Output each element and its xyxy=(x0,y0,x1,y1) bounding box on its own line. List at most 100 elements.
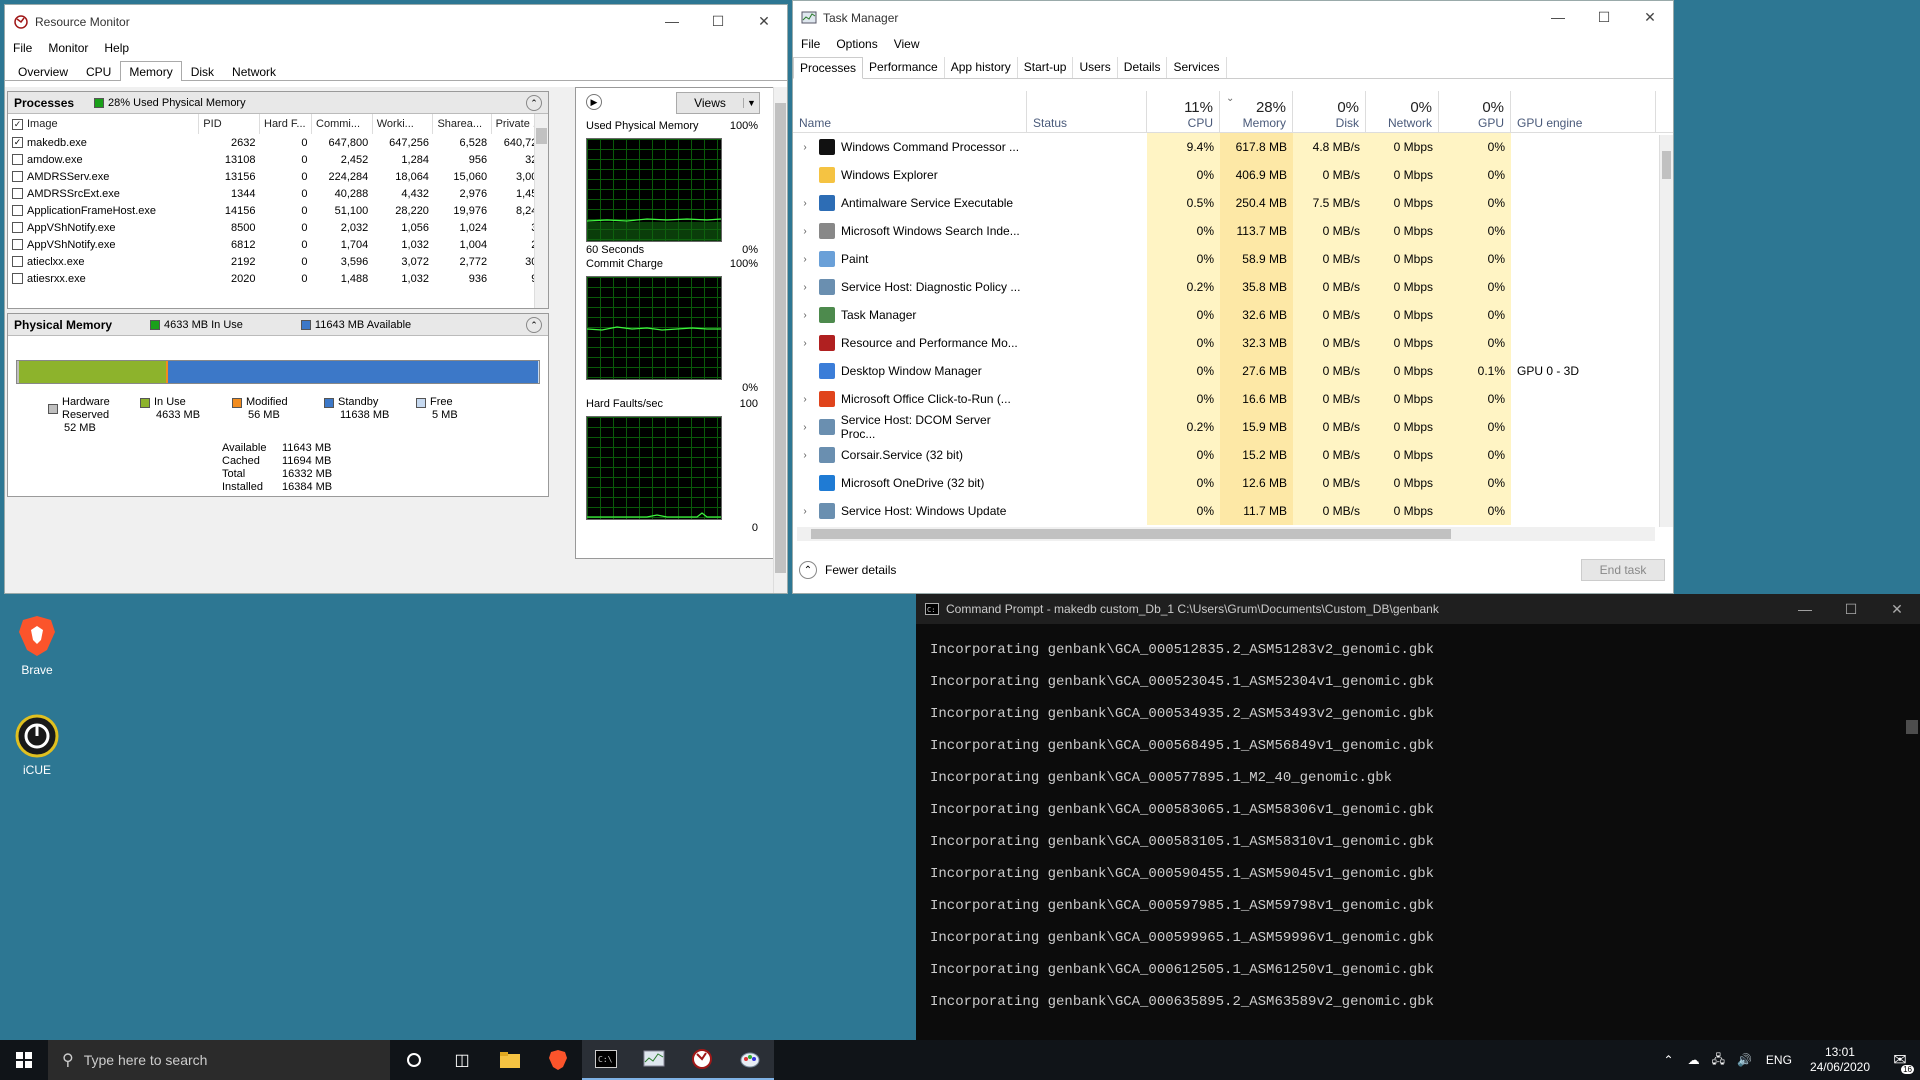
table-row[interactable]: › Antimalware Service Executable 0.5% 250.4… xyxy=(793,189,1673,217)
processes-col-header[interactable]: Commi... xyxy=(311,114,373,134)
col-memory[interactable]: ⌄ 28% Memory xyxy=(1220,91,1293,132)
expand-chevron-icon[interactable]: › xyxy=(797,226,813,237)
processes-col-header[interactable]: PID xyxy=(198,114,260,134)
tab-processes[interactable]: Processes xyxy=(793,57,864,79)
menu-view[interactable]: View xyxy=(886,37,928,51)
table-row[interactable]: ApplicationFrameHost.exe 14156 0 51,100 28,2… xyxy=(8,202,548,219)
tab-cpu[interactable]: CPU xyxy=(77,61,120,80)
process-checkbox[interactable] xyxy=(12,154,23,166)
close-button[interactable]: ✕ xyxy=(741,5,787,37)
taskbar-brave[interactable] xyxy=(534,1040,582,1080)
expand-icon[interactable]: ▶ xyxy=(586,94,602,110)
expand-chevron-icon[interactable]: › xyxy=(797,142,813,153)
table-row[interactable]: AMDRSServ.exe 13156 0 224,284 18,064 15,060 3,… xyxy=(8,168,548,185)
processes-scrollbar[interactable] xyxy=(534,114,548,308)
expand-chevron-icon[interactable]: › xyxy=(797,338,813,349)
tab-services[interactable]: Services xyxy=(1167,57,1227,78)
close-button[interactable]: ✕ xyxy=(1627,1,1673,33)
table-row[interactable]: › Paint 0% 58.9 MB 0 MB/s 0 Mbps 0% xyxy=(793,245,1673,273)
processes-col-header[interactable]: Sharea... xyxy=(432,114,492,134)
table-row[interactable]: › Service Host: DCOM Server Proc... 0.2% 15… xyxy=(793,413,1673,441)
taskbar-paint[interactable] xyxy=(726,1040,774,1080)
processes-col-header[interactable]: ✓ Image xyxy=(8,114,200,134)
process-checkbox[interactable] xyxy=(12,205,23,217)
table-row[interactable]: amdow.exe1310802,4521,284956328 xyxy=(8,151,548,168)
physical-memory-header[interactable]: Physical Memory 4633 MB In Use 11643 MB … xyxy=(8,314,548,336)
tab-app-history[interactable]: App history xyxy=(945,57,1018,78)
table-row[interactable]: › Task Manager 0% 32.6 MB 0 MB/s 0 Mbps 0% xyxy=(793,301,1673,329)
tab-overview[interactable]: Overview xyxy=(9,61,77,80)
tab-details[interactable]: Details xyxy=(1118,57,1168,78)
table-row[interactable]: ✓ makedb.exe 2632 0 647,800 647,256 6,528 640,7… xyxy=(8,134,548,151)
rm-main-scrollbar[interactable] xyxy=(773,87,787,593)
table-row[interactable]: › Resource and Performance Mo... 0% 32.3 MB… xyxy=(793,329,1673,357)
table-row[interactable]: Microsoft OneDrive (32 bit) 0% 12.6 MB 0 MB… xyxy=(793,469,1673,497)
language-indicator[interactable]: ENG xyxy=(1758,1053,1800,1067)
show-hidden-icons[interactable]: ⌃ xyxy=(1656,1053,1682,1067)
col-cpu[interactable]: 11% CPU xyxy=(1147,91,1220,132)
taskbar-resource-monitor[interactable] xyxy=(678,1040,726,1080)
cmd-output[interactable]: Incorporating genbank\GCA_000512835.2_AS… xyxy=(916,624,1920,1018)
table-row[interactable]: AMDRSSrcExt.exe 1344 0 40,288 4,432 2,976 1,45… xyxy=(8,185,548,202)
menu-monitor[interactable]: Monitor xyxy=(40,41,96,55)
table-row[interactable]: AppVShNotify.exe850002,0321,0561,02432 xyxy=(8,219,548,236)
taskbar-command-prompt[interactable]: C:\ xyxy=(582,1040,630,1080)
task-manager-window[interactable]: Task Manager — ☐ ✕ File Options View Pro… xyxy=(792,0,1674,594)
table-row[interactable]: › Service Host: Diagnostic Policy ... 0.2%… xyxy=(793,273,1673,301)
process-checkbox[interactable] xyxy=(12,188,23,200)
table-row[interactable]: atiesrxx.exe202001,4881,03293696 xyxy=(8,270,548,287)
process-checkbox[interactable] xyxy=(12,256,23,268)
col-name[interactable]: Name xyxy=(793,91,1027,132)
tab-disk[interactable]: Disk xyxy=(182,61,223,80)
collapse-icon[interactable]: ⌃ xyxy=(526,95,542,111)
processes-col-header[interactable]: Worki... xyxy=(372,114,434,134)
desktop-icon-brave[interactable]: Brave xyxy=(7,612,67,677)
fewer-details-button[interactable]: ⌃ Fewer details xyxy=(799,561,896,579)
col-status[interactable]: Status xyxy=(1027,91,1147,132)
tab-start-up[interactable]: Start-up xyxy=(1018,57,1074,78)
tab-network[interactable]: Network xyxy=(223,61,285,80)
cmd-titlebar[interactable]: C: Command Prompt - makedb custom_Db_1 C… xyxy=(916,594,1920,624)
onedrive-icon[interactable]: ☁ xyxy=(1682,1053,1706,1067)
expand-chevron-icon[interactable]: › xyxy=(797,282,813,293)
table-row[interactable]: Desktop Window Manager 0% 27.6 MB 0 MB/s 0 M… xyxy=(793,357,1673,385)
menu-file[interactable]: File xyxy=(5,41,40,55)
cortana-button[interactable] xyxy=(390,1040,438,1080)
collapse-icon[interactable]: ⌃ xyxy=(526,317,542,333)
menu-file[interactable]: File xyxy=(793,37,828,51)
table-row[interactable]: › Service Host: Windows Update 0% 11.7 MB 0 … xyxy=(793,497,1673,525)
end-task-button[interactable]: End task xyxy=(1581,559,1665,581)
col-gpu-engine[interactable]: GPU engine xyxy=(1511,91,1656,132)
desktop-icon-icue[interactable]: iCUE xyxy=(7,712,67,777)
process-checkbox[interactable] xyxy=(12,222,23,234)
expand-chevron-icon[interactable]: › xyxy=(797,198,813,209)
table-row[interactable]: › Windows Command Processor ... 9.4% 617.8 … xyxy=(793,133,1673,161)
taskbar-search[interactable]: ⚲ Type here to search xyxy=(48,1040,390,1080)
expand-chevron-icon[interactable]: › xyxy=(797,310,813,321)
expand-chevron-icon[interactable]: › xyxy=(797,422,813,433)
table-row[interactable]: atieclxx.exe219203,5963,0722,772300 xyxy=(8,253,548,270)
maximize-button[interactable]: ☐ xyxy=(695,5,741,37)
rm-titlebar[interactable]: Resource Monitor — ☐ ✕ xyxy=(5,5,787,39)
expand-chevron-icon[interactable]: › xyxy=(797,506,813,517)
maximize-button[interactable]: ☐ xyxy=(1828,594,1874,624)
network-icon[interactable]: 🖧 xyxy=(1706,1050,1731,1071)
resource-monitor-window[interactable]: Resource Monitor — ☐ ✕ File Monitor Help… xyxy=(4,4,788,594)
tab-performance[interactable]: Performance xyxy=(863,57,945,78)
expand-chevron-icon[interactable]: › xyxy=(797,450,813,461)
table-row[interactable]: Windows Explorer 0% 406.9 MB 0 MB/s 0 Mbps 0% xyxy=(793,161,1673,189)
maximize-button[interactable]: ☐ xyxy=(1581,1,1627,33)
col-network[interactable]: 0% Network xyxy=(1366,91,1439,132)
table-row[interactable]: › Microsoft Windows Search Inde... 0% 113.7… xyxy=(793,217,1673,245)
processes-col-header[interactable]: Hard F... xyxy=(259,114,313,134)
col-disk[interactable]: 0% Disk xyxy=(1293,91,1366,132)
process-checkbox[interactable] xyxy=(12,171,23,183)
expand-chevron-icon[interactable]: › xyxy=(797,254,813,265)
tab-users[interactable]: Users xyxy=(1073,57,1118,78)
taskbar-task-manager[interactable] xyxy=(630,1040,678,1080)
select-all-checkbox[interactable]: ✓ xyxy=(12,118,23,130)
process-checkbox[interactable]: ✓ xyxy=(12,137,23,149)
start-button[interactable] xyxy=(0,1040,48,1080)
process-checkbox[interactable] xyxy=(12,239,23,251)
tab-memory[interactable]: Memory xyxy=(120,61,182,81)
